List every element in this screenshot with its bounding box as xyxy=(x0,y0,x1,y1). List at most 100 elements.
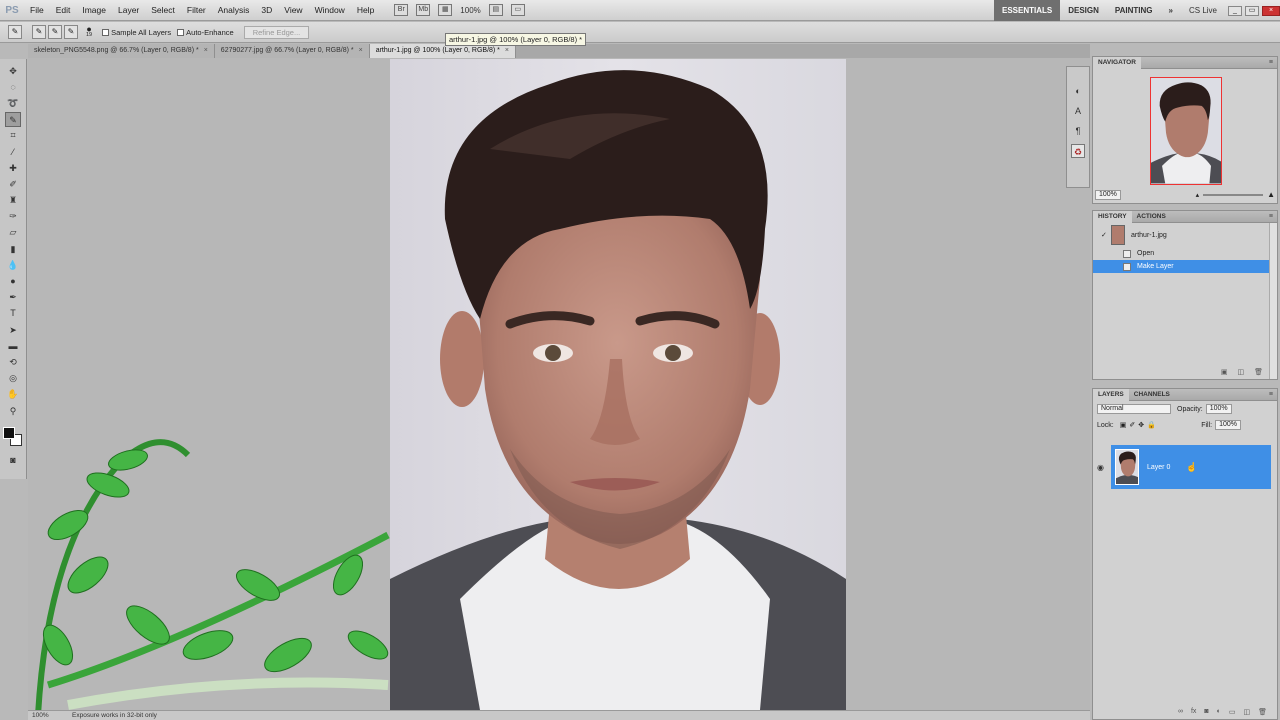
adjustment-layer-icon[interactable]: ◐ xyxy=(1217,708,1221,716)
brush-tool-icon[interactable]: ✐ xyxy=(5,177,21,192)
quick-selection-tool-icon[interactable]: ✎ xyxy=(8,25,22,39)
tab-actions[interactable]: ACTIONS xyxy=(1132,211,1171,223)
workspace-design[interactable]: DESIGN xyxy=(1060,0,1107,21)
lock-pixels-icon[interactable]: ✐ xyxy=(1129,421,1135,429)
link-layers-icon[interactable]: ∞ xyxy=(1178,708,1183,716)
restore-icon[interactable]: ▭ xyxy=(1245,5,1259,16)
minimize-icon[interactable]: _ xyxy=(1228,5,1242,16)
history-item-open[interactable]: Open xyxy=(1093,247,1277,260)
marquee-tool-icon[interactable]: ◌ xyxy=(5,80,21,95)
close-tab-icon[interactable]: × xyxy=(204,47,208,54)
crop-tool-icon[interactable]: ⌗ xyxy=(5,128,21,143)
menu-image[interactable]: Image xyxy=(76,5,112,15)
close-tab-icon[interactable]: × xyxy=(359,47,363,54)
panel-menu-icon[interactable]: ≡ xyxy=(1269,391,1273,398)
lock-all-icon[interactable]: 🔒 xyxy=(1147,421,1156,429)
eyedropper-tool-icon[interactable]: ⁄ xyxy=(5,145,21,160)
workspace-more[interactable]: » xyxy=(1161,0,1181,21)
close-icon[interactable]: × xyxy=(1262,5,1280,16)
navigator-zoom-field[interactable]: 100% xyxy=(1095,189,1121,200)
eraser-tool-icon[interactable]: ▱ xyxy=(5,225,21,240)
paragraph-panel-icon[interactable]: ¶ xyxy=(1071,124,1085,138)
opacity-field[interactable]: 100% xyxy=(1205,404,1232,414)
healing-brush-tool-icon[interactable]: ✚ xyxy=(5,161,21,176)
menu-file[interactable]: File xyxy=(24,5,50,15)
refine-edge-button[interactable]: Refine Edge... xyxy=(243,25,310,39)
zoom-in-icon[interactable]: ▲ xyxy=(1267,190,1275,199)
status-zoom[interactable]: 100% xyxy=(32,712,72,719)
menu-filter[interactable]: Filter xyxy=(181,5,212,15)
type-tool-icon[interactable]: T xyxy=(5,306,21,321)
tab-62790277[interactable]: 62790277.jpg @ 66.7% (Layer 0, RGB/8) * × xyxy=(214,44,370,58)
menu-view[interactable]: View xyxy=(278,5,308,15)
add-to-selection-icon[interactable]: ✎ xyxy=(48,25,62,39)
zoom-tool-icon[interactable]: ⚲ xyxy=(5,404,21,419)
navigator-zoom-slider[interactable] xyxy=(1203,193,1264,196)
menu-select[interactable]: Select xyxy=(145,5,181,15)
zoom-level-combo[interactable]: 100% xyxy=(456,6,484,15)
layer-mask-icon[interactable]: ◙ xyxy=(1204,708,1208,716)
lock-transparency-icon[interactable]: ▣ xyxy=(1120,421,1127,429)
new-snapshot-icon[interactable]: ◫ xyxy=(1237,368,1244,376)
sample-all-layers-checkbox[interactable] xyxy=(102,28,110,36)
menu-layer[interactable]: Layer xyxy=(112,5,145,15)
menu-3d[interactable]: 3D xyxy=(255,5,278,15)
foreground-color-swatch[interactable] xyxy=(3,427,15,440)
quick-mask-icon[interactable]: ◙ xyxy=(5,453,21,468)
new-group-icon[interactable]: ▭ xyxy=(1229,708,1236,716)
close-tab-icon[interactable]: × xyxy=(505,47,509,54)
visibility-eye-icon[interactable]: ◉ xyxy=(1097,463,1104,472)
zoom-out-icon[interactable]: ▴ xyxy=(1196,191,1200,199)
character-panel-icon[interactable]: A xyxy=(1071,104,1085,118)
blur-tool-icon[interactable]: 💧 xyxy=(5,258,21,273)
history-item-make-layer[interactable]: Make Layer xyxy=(1093,260,1277,273)
arrange-documents-icon[interactable]: ▤ xyxy=(488,4,503,16)
layer-row-layer-0[interactable]: Layer 0 ☝ xyxy=(1111,445,1271,489)
menu-help[interactable]: Help xyxy=(351,5,380,15)
lock-position-icon[interactable]: ✥ xyxy=(1138,421,1144,429)
tab-navigator[interactable]: NAVIGATOR xyxy=(1093,56,1141,69)
tab-skeleton[interactable]: skeleton_PNG5548.png @ 66.7% (Layer 0, R… xyxy=(28,44,215,58)
view-extras-icon[interactable]: ▦ xyxy=(438,4,453,16)
3d-orbit-tool-icon[interactable]: ◎ xyxy=(5,371,21,386)
workspace-essentials[interactable]: ESSENTIALS xyxy=(993,0,1061,21)
new-layer-icon[interactable]: ◫ xyxy=(1243,708,1250,716)
history-brush-source-icon[interactable]: ✓ xyxy=(1101,231,1109,239)
bridge-icon[interactable]: Br xyxy=(394,4,409,16)
tab-arthur[interactable]: arthur-1.jpg @ 100% (Layer 0, RGB/8) * × xyxy=(369,44,516,58)
layer-name[interactable]: Layer 0 xyxy=(1147,464,1170,471)
3d-rotate-tool-icon[interactable]: ⟲ xyxy=(5,355,21,370)
auto-enhance-checkbox[interactable] xyxy=(177,28,185,36)
document-canvas-photo[interactable] xyxy=(390,59,846,710)
tab-history[interactable]: HISTORY xyxy=(1093,210,1132,223)
history-snapshot[interactable]: ✓ arthur-1.jpg xyxy=(1093,223,1277,247)
panel-menu-icon[interactable]: ≡ xyxy=(1269,213,1273,220)
clone-source-icon[interactable]: ♻ xyxy=(1071,144,1085,158)
panel-menu-icon[interactable]: ≡ xyxy=(1269,59,1273,66)
screen-mode-icon[interactable]: ▭ xyxy=(510,4,525,16)
move-tool-icon[interactable]: ✥ xyxy=(5,64,21,79)
path-selection-tool-icon[interactable]: ➤ xyxy=(5,323,21,338)
shape-tool-icon[interactable]: ▬ xyxy=(5,339,21,354)
delete-layer-icon[interactable]: 🗑 xyxy=(1258,708,1267,716)
new-selection-icon[interactable]: ✎ xyxy=(32,25,46,39)
hand-tool-icon[interactable]: ✋ xyxy=(5,387,21,402)
layer-style-icon[interactable]: fx xyxy=(1191,708,1196,716)
blend-mode-select[interactable]: Normal xyxy=(1097,404,1171,414)
fill-field[interactable]: 100% xyxy=(1215,420,1241,430)
cs-live-button[interactable]: CS Live xyxy=(1181,0,1225,21)
clone-stamp-tool-icon[interactable]: ♜ xyxy=(5,193,21,208)
color-swatches[interactable] xyxy=(3,427,23,449)
delete-state-icon[interactable]: 🗑 xyxy=(1254,368,1263,376)
menu-edit[interactable]: Edit xyxy=(50,5,77,15)
menu-window[interactable]: Window xyxy=(309,5,351,15)
navigator-thumbnail[interactable] xyxy=(1150,77,1222,185)
history-brush-tool-icon[interactable]: ✑ xyxy=(5,209,21,224)
mini-bridge-icon[interactable]: Mb xyxy=(416,4,431,16)
quick-selection-tool-icon[interactable]: ✎ xyxy=(5,112,21,128)
gradient-tool-icon[interactable]: ▮ xyxy=(5,242,21,257)
subtract-selection-icon[interactable]: ✎ xyxy=(64,25,78,39)
tab-layers[interactable]: LAYERS xyxy=(1093,388,1129,401)
status-message[interactable]: Exposure works in 32-bit only xyxy=(72,712,157,719)
workspace-painting[interactable]: PAINTING xyxy=(1107,0,1161,21)
